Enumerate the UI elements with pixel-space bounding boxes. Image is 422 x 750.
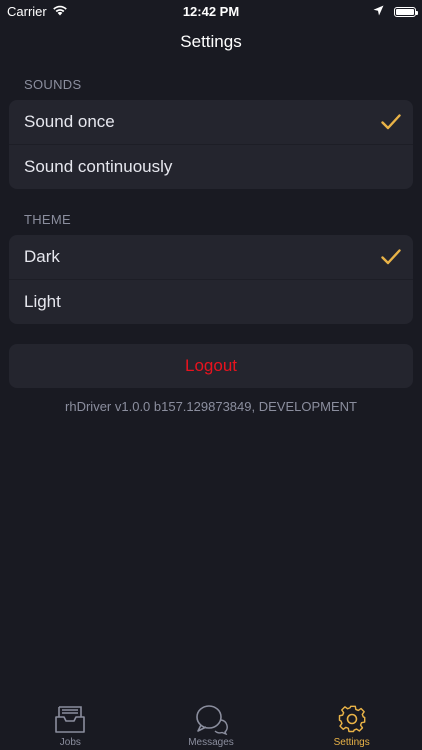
theme-section-header: THEME [24,212,71,227]
status-time: 12:42 PM [182,4,240,19]
location-arrow-icon [373,4,384,19]
sound-option-label: Sound continuously [24,157,173,176]
battery-icon [394,6,418,17]
checkmark-icon [381,114,401,130]
theme-option-dark[interactable]: Dark [9,235,413,279]
theme-option-label: Dark [24,247,60,266]
status-bar: Carrier 12:42 PM [0,0,422,24]
tab-label: Messages [188,737,234,748]
theme-option-light[interactable]: Light [9,279,413,324]
tab-jobs[interactable]: Jobs [0,700,141,750]
tab-bar: Jobs Messages Settings [0,700,422,750]
tab-label: Settings [333,737,370,748]
logout-button[interactable]: Logout [9,344,413,388]
status-right [373,4,418,19]
sounds-section-header: SOUNDS [24,77,82,92]
tab-settings[interactable]: Settings [281,700,422,750]
checkmark-icon [381,249,401,265]
theme-option-label: Light [24,292,61,311]
page-title: Settings [180,32,242,51]
sound-option-once[interactable]: Sound once [9,100,413,144]
tab-label: Jobs [59,737,81,748]
sound-option-label: Sound once [24,112,115,131]
version-label: rhDriver v1.0.0 b157.129873849, DEVELOPM… [65,399,357,414]
theme-group: Dark Light [9,235,413,324]
inbox-icon [55,706,86,733]
sounds-group: Sound once Sound continuously [9,100,413,189]
sound-option-continuously[interactable]: Sound continuously [9,144,413,189]
tab-messages[interactable]: Messages [141,700,282,750]
chat-bubbles-icon [196,705,228,735]
battery-tip [416,10,418,15]
battery-fill [396,8,414,15]
gear-icon [338,705,366,733]
